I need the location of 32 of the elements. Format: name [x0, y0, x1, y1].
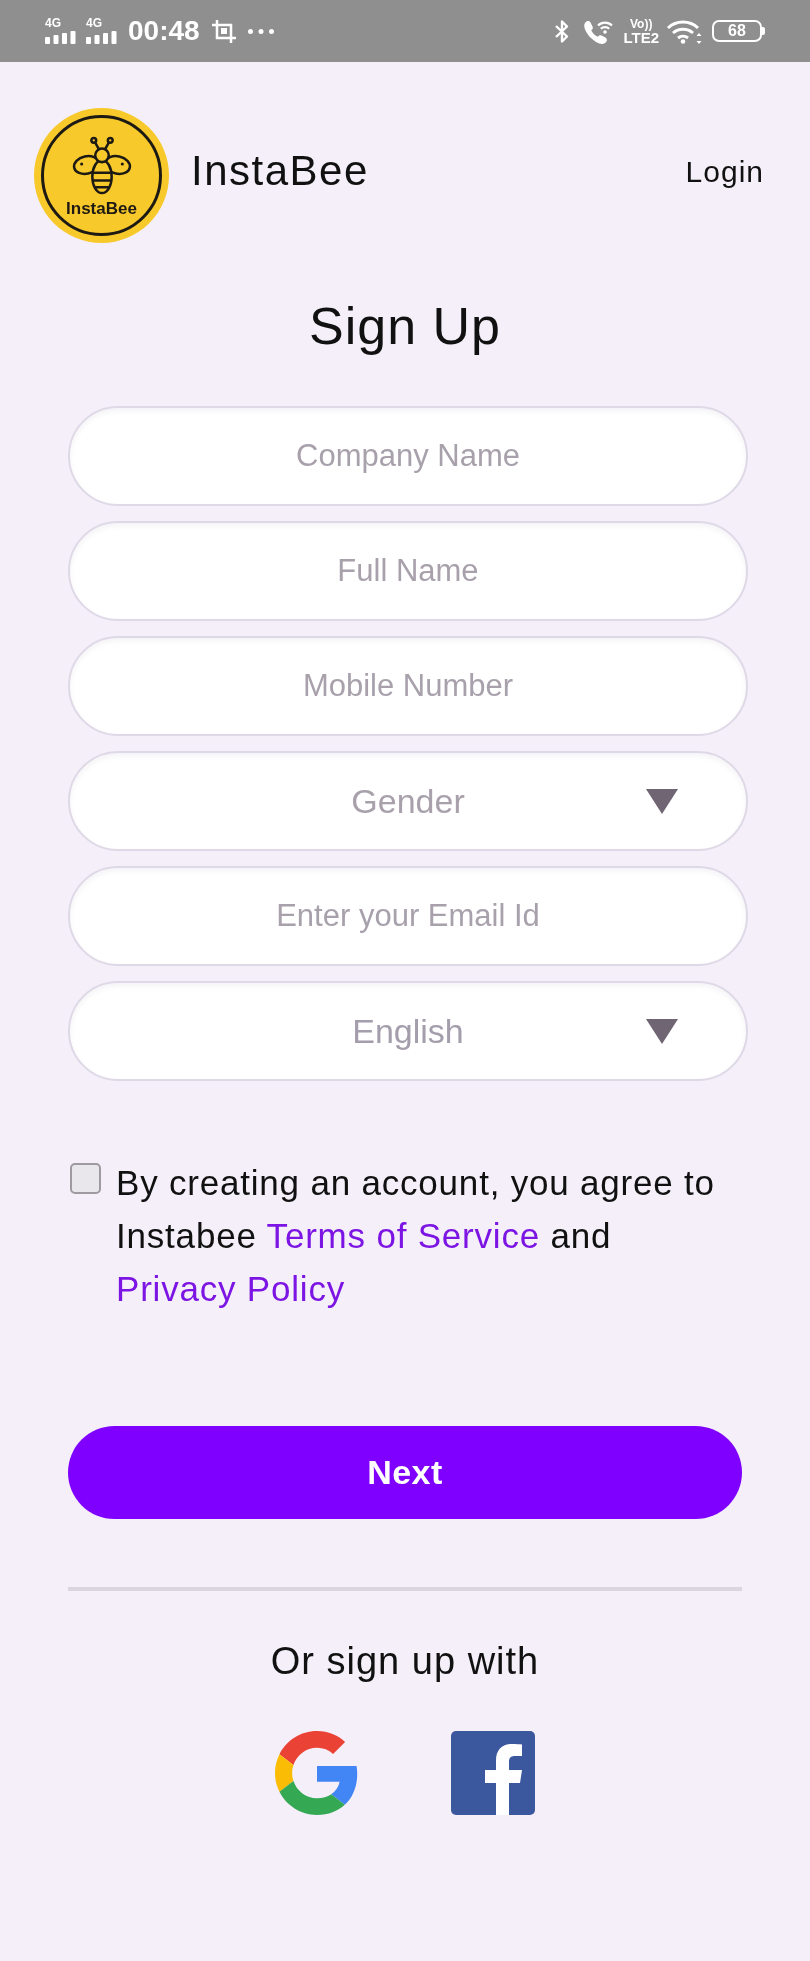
input-field[interactable]: Company Name: [68, 406, 748, 506]
google-icon[interactable]: [275, 1731, 359, 1815]
wifi-icon: [666, 18, 704, 44]
login-link[interactable]: Login: [685, 154, 764, 189]
battery-indicator: 68: [712, 20, 765, 42]
agreement-link[interactable]: Privacy Policy: [116, 1269, 346, 1308]
volte-label: Vo)): [630, 17, 653, 30]
crop-frame-icon: [211, 19, 236, 43]
page-title: Sign Up: [308, 296, 502, 357]
more-dots-icon: [247, 28, 274, 34]
network-type-label: 4G: [86, 18, 102, 29]
network-type-label: 4G: [45, 18, 61, 29]
next-button[interactable]: Next: [68, 1426, 742, 1519]
lte-label: LTE2: [623, 29, 659, 45]
signal-bars-icon: [86, 31, 117, 44]
agreement-link[interactable]: Terms of Service: [266, 1216, 540, 1255]
caret-down-icon: [646, 1018, 678, 1044]
bluetooth-icon: [554, 18, 571, 44]
bee-icon: [71, 136, 132, 197]
alt-signup-label: Or sign up with: [269, 1639, 541, 1683]
agreement-checkbox[interactable]: [70, 1163, 101, 1194]
input-field[interactable]: Mobile Number: [68, 636, 748, 736]
facebook-icon[interactable]: [451, 1731, 535, 1815]
signal-bars-icon: [45, 31, 76, 44]
app-name: InstaBee: [191, 147, 369, 195]
agreement-text: By creating an account, you agree to Instabee Terms of Service and Privacy Policy: [116, 1162, 716, 1310]
wifi-calling-icon: [582, 18, 616, 44]
logo-text: InstaBee: [66, 200, 137, 219]
caret-down-icon: [646, 788, 678, 814]
input-field[interactable]: Full Name: [68, 521, 748, 621]
input-field[interactable]: Enter your Email Id: [68, 866, 748, 966]
clock-time: 00:48: [128, 15, 200, 47]
